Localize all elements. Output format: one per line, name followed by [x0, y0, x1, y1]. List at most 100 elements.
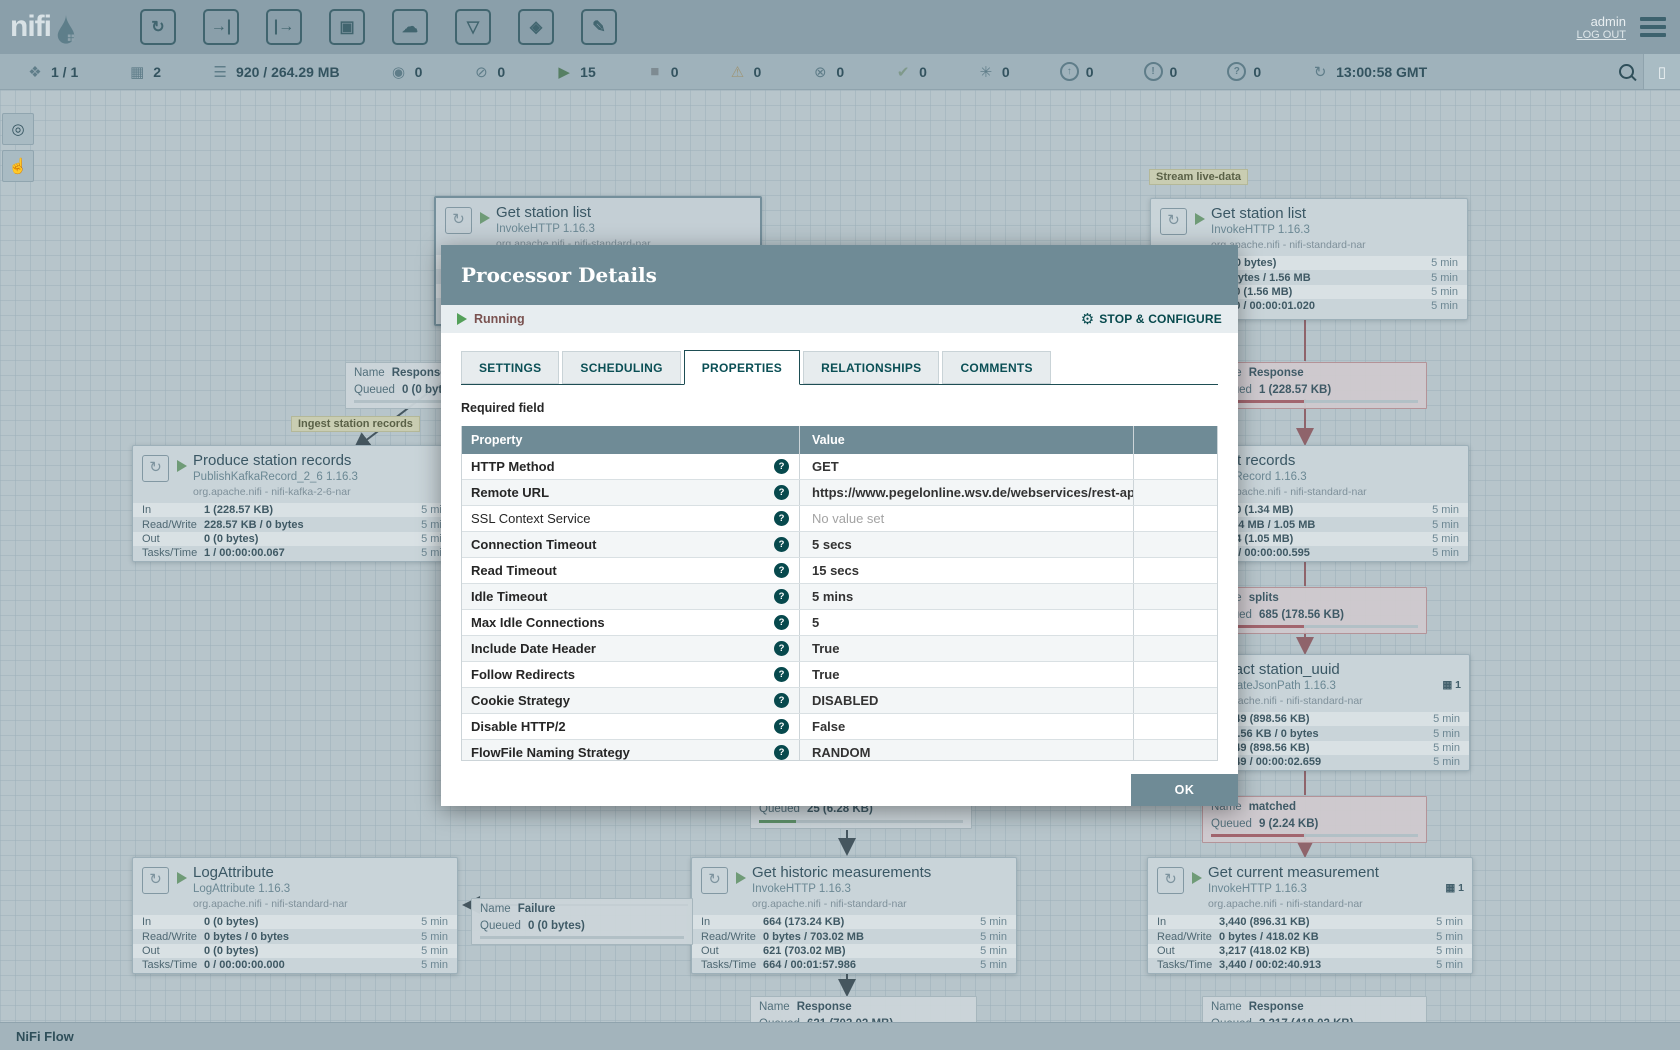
property-help-icon[interactable]: ?	[774, 537, 789, 552]
gear-icon: ⚙	[1081, 310, 1094, 328]
sync-failure-icon: ?	[1227, 62, 1246, 81]
processor-bundle: org.apache.nifi - nifi-standard-nar	[193, 898, 348, 910]
disabled-icon: ⊗	[811, 63, 829, 81]
property-name: Follow Redirects	[471, 662, 774, 687]
processor-stat-row: Out0 (0 bytes)5 min	[133, 532, 457, 546]
operate-palette-button[interactable]: ☝	[2, 150, 34, 182]
user-area: admin LOG OUT	[1576, 14, 1666, 41]
tab-relationships[interactable]: RELATIONSHIPS	[803, 351, 939, 384]
stopped-count: 0	[671, 64, 679, 80]
label-icon[interactable]: ✎	[581, 9, 617, 45]
property-help-icon[interactable]: ?	[774, 693, 789, 708]
tab-scheduling[interactable]: SCHEDULING	[562, 351, 680, 384]
running-icon	[177, 460, 187, 472]
last-refreshed: ↻ 13:00:58 GMT	[1311, 63, 1427, 81]
breadcrumb[interactable]: NiFi Flow	[16, 1029, 74, 1044]
processor-get-current-measurement[interactable]: ↻Get current measurementInvokeHTTP 1.16.…	[1147, 857, 1473, 974]
property-row: Connection Timeout? 5 secs	[462, 532, 1217, 558]
tab-settings[interactable]: SETTINGS	[461, 351, 559, 384]
property-help-icon[interactable]: ?	[774, 485, 789, 500]
tab-comments[interactable]: COMMENTS	[942, 351, 1050, 384]
output-port-icon[interactable]: |→	[266, 9, 302, 45]
processor-name: Get historic measurements	[752, 864, 931, 881]
template-icon[interactable]: ◈	[518, 9, 554, 45]
processor-icon: ↻	[142, 867, 169, 894]
property-value[interactable]: True	[799, 636, 1133, 661]
queue-fill-bar	[1211, 625, 1418, 628]
toggle-panel-button[interactable]: ▯	[1643, 54, 1680, 89]
status-item-queued-totals: ☰920 / 264.29 MB	[211, 63, 340, 81]
ok-button[interactable]: OK	[1131, 774, 1238, 806]
navigate-palette-button[interactable]: ◎	[2, 113, 34, 145]
global-menu-icon[interactable]	[1640, 17, 1666, 37]
refresh-icon[interactable]: ↻	[1311, 63, 1329, 81]
queue-fill-bar	[480, 936, 684, 939]
property-value[interactable]: False	[799, 714, 1133, 739]
nifi-drop-icon	[55, 14, 77, 44]
property-name: Cookie Strategy	[471, 688, 774, 713]
processor-produce-station-records[interactable]: ↻Produce station recordsPublishKafkaReco…	[132, 445, 458, 562]
input-port-icon[interactable]: →|	[203, 9, 239, 45]
connection-label-q-response-bottom-right[interactable]: NameResponseQueued3,217 (418.02 KB)	[1202, 996, 1427, 1022]
property-value[interactable]: 15 secs	[799, 558, 1133, 583]
property-help-icon[interactable]: ?	[774, 589, 789, 604]
transmitting-count: 0	[415, 64, 423, 80]
logout-link[interactable]: LOG OUT	[1576, 29, 1626, 41]
property-help-icon[interactable]: ?	[774, 641, 789, 656]
process-group-icon[interactable]: ▣	[329, 9, 365, 45]
search-button[interactable]	[1609, 54, 1643, 89]
processor-name: Produce station records	[193, 452, 351, 469]
sync-failure-count: 0	[1253, 64, 1261, 80]
property-help-icon[interactable]: ?	[774, 615, 789, 630]
processor-logattribute[interactable]: ↻LogAttributeLogAttribute 1.16.3org.apac…	[132, 857, 458, 974]
disabled-count: 0	[836, 64, 844, 80]
property-value[interactable]: GET	[799, 454, 1133, 479]
property-help-icon[interactable]: ?	[774, 511, 789, 526]
processor-type: InvokeHTTP 1.16.3	[752, 883, 851, 895]
property-value[interactable]: https://www.pegelonline.wsv.de/webservic…	[799, 480, 1133, 505]
property-help-icon[interactable]: ?	[774, 667, 789, 682]
property-value[interactable]: True	[799, 662, 1133, 687]
running-icon	[457, 313, 467, 325]
property-value[interactable]: 5	[799, 610, 1133, 635]
remote-process-group-icon[interactable]: ☁	[392, 9, 428, 45]
status-item-disabled: ⊗0	[811, 63, 844, 81]
property-help-icon[interactable]: ?	[774, 459, 789, 474]
stop-and-configure-button[interactable]: ⚙ STOP & CONFIGURE	[1081, 310, 1222, 328]
property-value[interactable]: No value set	[799, 506, 1133, 531]
tab-properties[interactable]: PROPERTIES	[684, 350, 800, 385]
property-value[interactable]: 5 mins	[799, 584, 1133, 609]
active-threads-count: 2	[153, 64, 161, 80]
processor-icon[interactable]: ↻	[140, 9, 176, 45]
property-name: Connection Timeout	[471, 532, 774, 557]
properties-table-header: Property Value	[462, 426, 1217, 454]
run-state-label: Running	[474, 312, 525, 326]
property-help-icon[interactable]: ?	[774, 719, 789, 734]
last-refreshed-time: 13:00:58 GMT	[1336, 64, 1427, 80]
property-help-icon[interactable]: ?	[774, 745, 789, 760]
queue-fill-bar	[1211, 834, 1418, 837]
processor-stat-row: Read/Write0 bytes / 703.02 MB5 min	[692, 929, 1016, 943]
processor-get-historic-measurements[interactable]: ↻Get historic measurementsInvokeHTTP 1.1…	[691, 857, 1017, 974]
properties-table: Property Value HTTP Method?GETRemote URL…	[461, 426, 1218, 761]
dialog-tabs: SETTINGSSCHEDULINGPROPERTIESRELATIONSHIP…	[461, 350, 1218, 385]
label-ingest-station-records[interactable]: Ingest station records	[291, 416, 420, 432]
up-to-date-icon: ✔	[894, 63, 912, 81]
processor-details-dialog: Processor Details Running ⚙ STOP & CONFI…	[441, 245, 1238, 806]
label-stream-live-data[interactable]: Stream live-data	[1149, 169, 1248, 185]
property-column-header: Property	[462, 426, 799, 454]
status-item-locally-modified-and-stale: !0	[1144, 62, 1178, 81]
property-value[interactable]: RANDOM	[799, 740, 1133, 761]
connection-label-q-failure[interactable]: NameFailureQueued0 (0 bytes)	[471, 898, 693, 945]
property-value[interactable]: 5 secs	[799, 532, 1133, 557]
status-item-invalid: ⚠0	[729, 63, 762, 81]
funnel-icon[interactable]: ▽	[455, 9, 491, 45]
property-name: Read Timeout	[471, 558, 774, 583]
property-help-icon[interactable]: ?	[774, 563, 789, 578]
connection-label-q-response-bottom-center[interactable]: NameResponseQueued621 (703.02 MB)	[750, 996, 977, 1022]
stale-icon: ↑	[1060, 62, 1079, 81]
processor-stat-row: In1 (228.57 KB)5 min	[133, 503, 457, 517]
property-value[interactable]: DISABLED	[799, 688, 1133, 713]
status-item-active-threads: ▦2	[128, 63, 161, 81]
processor-icon: ↻	[142, 455, 169, 482]
